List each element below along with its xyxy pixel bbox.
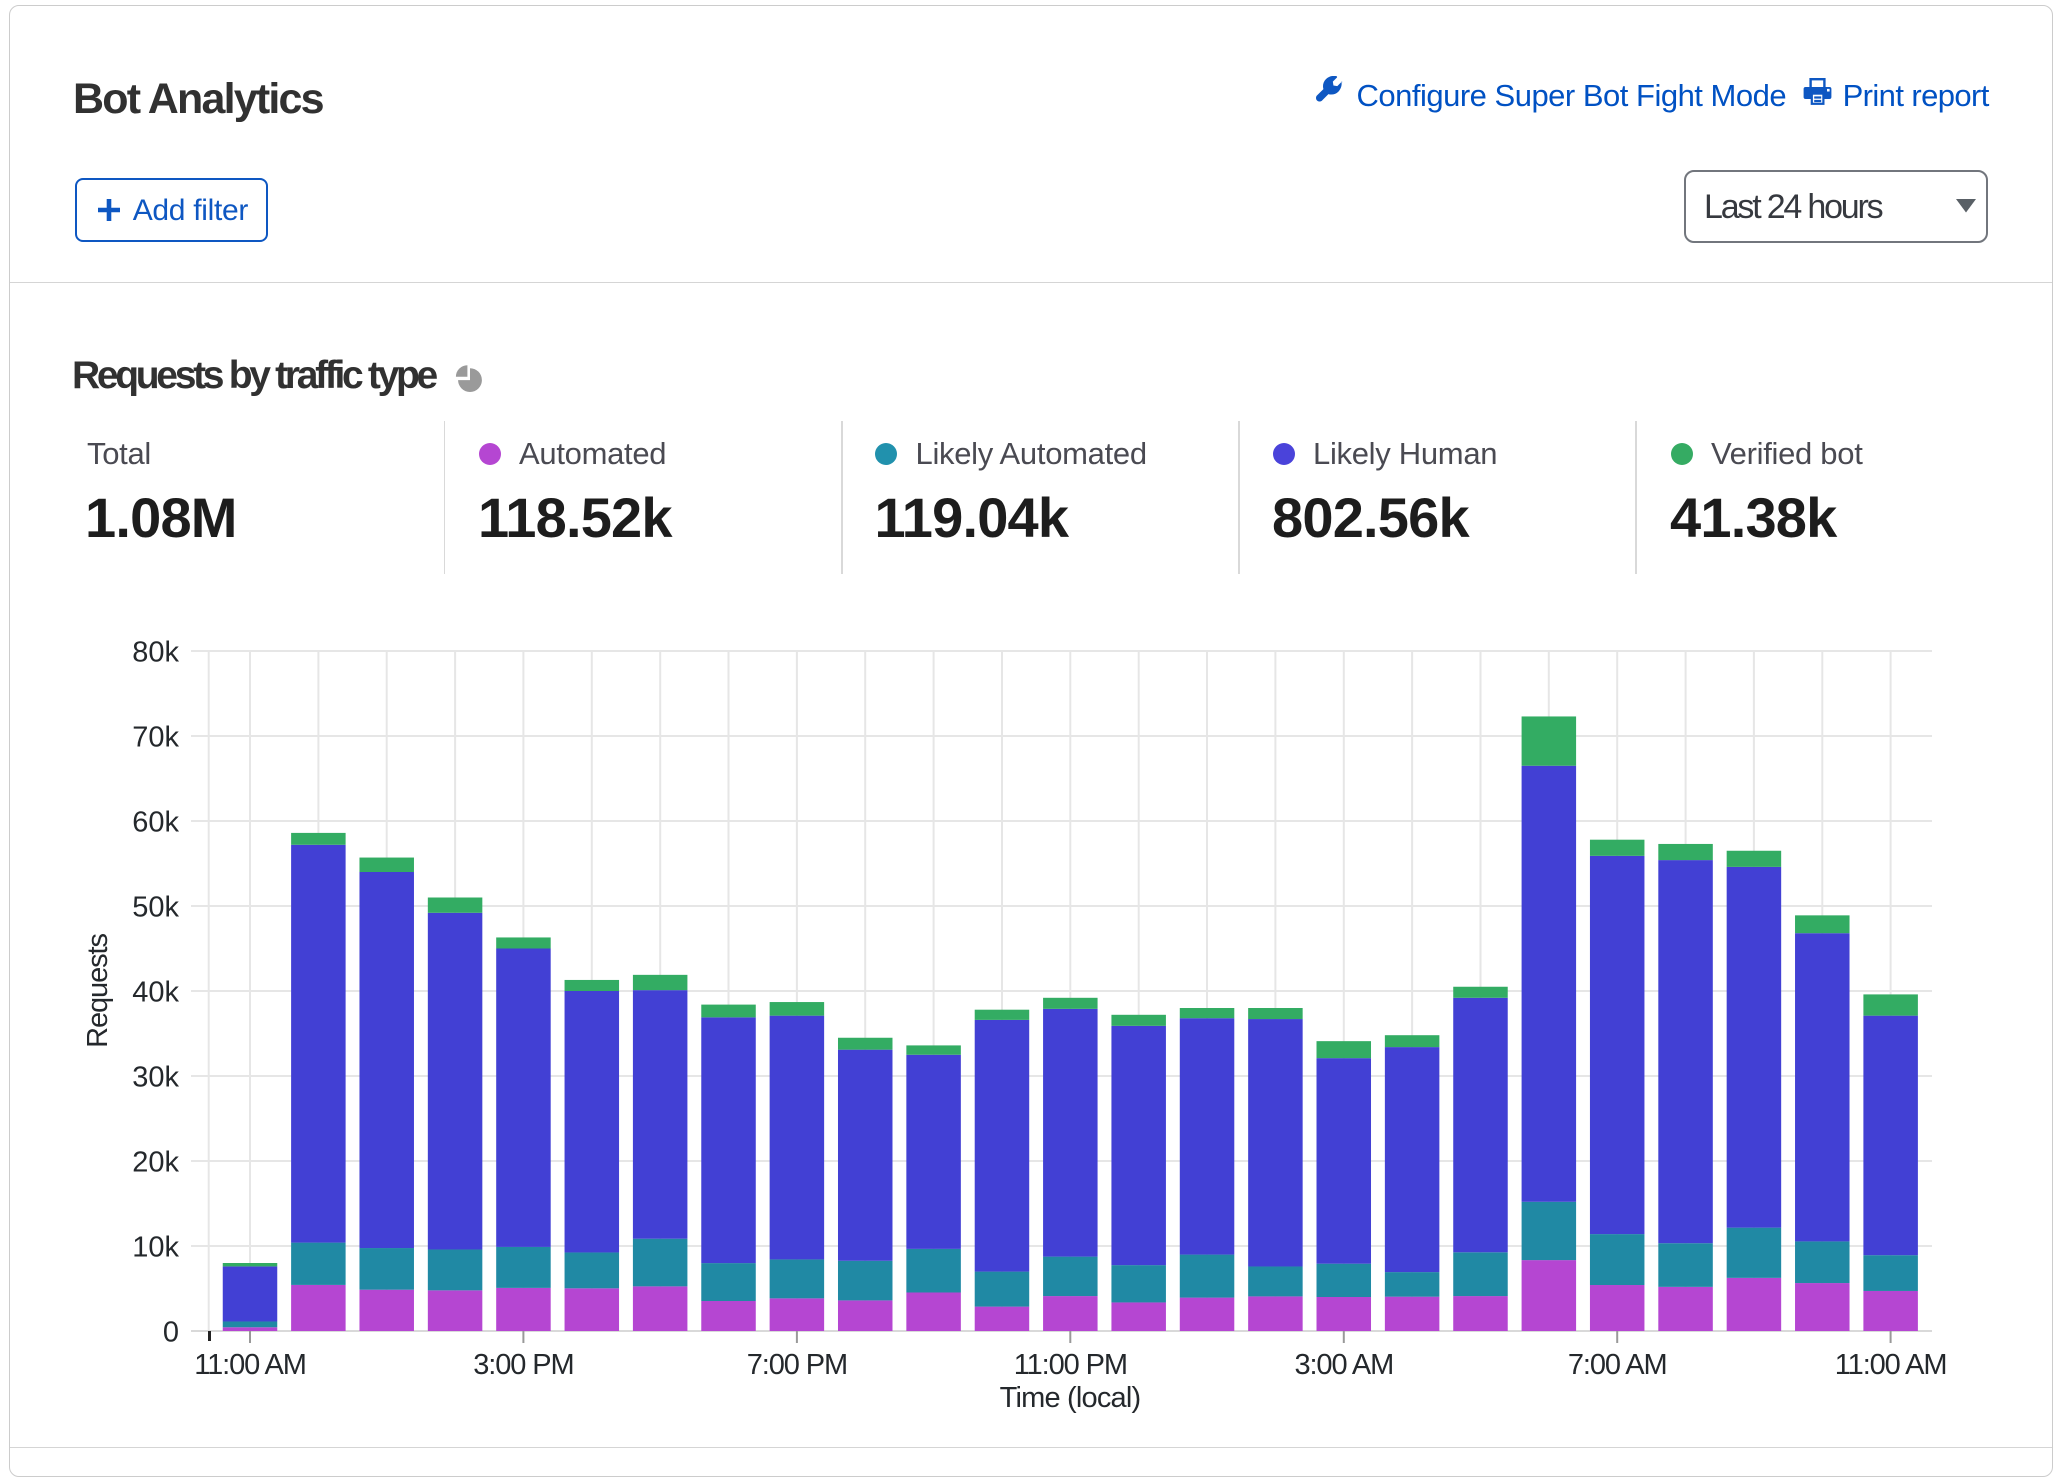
svg-text:10k: 10k [132,1232,179,1264]
svg-text:11:00 AM: 11:00 AM [1835,1349,1947,1381]
svg-text:0: 0 [163,1317,179,1349]
svg-text:Requests: Requests [82,934,114,1048]
svg-text:3:00 PM: 3:00 PM [473,1349,573,1381]
svg-text:Time (local): Time (local) [1000,1382,1141,1414]
svg-text:50k: 50k [132,892,179,924]
svg-text:3:00 AM: 3:00 AM [1294,1349,1393,1381]
svg-text:11:00 AM: 11:00 AM [194,1349,306,1381]
svg-text:11:00 PM: 11:00 PM [1014,1349,1127,1381]
svg-text:30k: 30k [132,1062,179,1094]
svg-text:7:00 AM: 7:00 AM [1568,1349,1667,1381]
svg-text:40k: 40k [132,977,179,1009]
svg-text:60k: 60k [132,807,179,839]
svg-text:80k: 80k [132,637,179,669]
svg-text:70k: 70k [132,722,179,754]
svg-text:7:00 PM: 7:00 PM [747,1349,847,1381]
svg-text:20k: 20k [132,1147,179,1179]
